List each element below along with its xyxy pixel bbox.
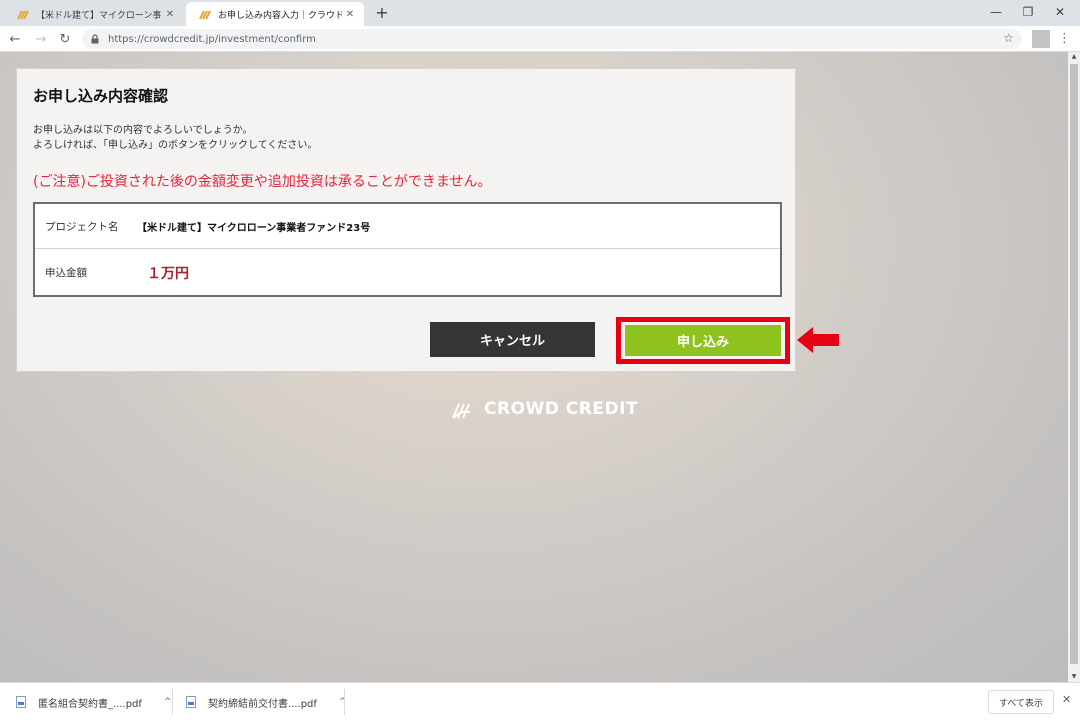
tab-close-icon[interactable]: ✕: [162, 9, 178, 20]
vertical-scrollbar[interactable]: ▲ ▼: [1068, 52, 1080, 682]
url-text: https://crowdcredit.jp/investment/confir…: [108, 33, 316, 45]
minimize-icon[interactable]: —: [978, 0, 1014, 24]
red-arrow-icon: [797, 327, 839, 353]
download-bar-close-icon[interactable]: ✕: [1062, 693, 1071, 706]
address-bar[interactable]: https://crowdcredit.jp/investment/confir…: [82, 29, 1022, 49]
description-line-2: よろしければ、「申し込み」のボタンをクリックしてください。: [33, 140, 318, 151]
description: お申し込みは以下の内容でよろしいでしょうか。 よろしければ、「申し込み」のボタン…: [33, 123, 317, 153]
browser-menu-icon[interactable]: ⋮: [1058, 30, 1071, 48]
table-row: 申込金額 １万円: [35, 250, 780, 295]
order-summary-table: プロジェクト名 【米ドル建て】マイクロローン事業者ファンド23号 申込金額 １万…: [33, 202, 782, 297]
download-file-name: 契約締結前交付書....pdf: [208, 698, 317, 710]
browser-toolbar: ← → ↻ https://crowdcredit.jp/investment/…: [0, 26, 1080, 52]
download-item[interactable]: 契約締結前交付書....pdf ^: [186, 683, 346, 720]
crowd-credit-logo: CROWD CREDIT: [450, 398, 638, 420]
download-divider: [172, 689, 173, 715]
page-title: お申し込み内容確認: [33, 87, 169, 105]
description-line-1: お申し込みは以下の内容でよろしいでしょうか。: [33, 125, 253, 136]
crowdcredit-favicon-icon: [199, 10, 211, 20]
amount-label: 申込金額: [45, 267, 87, 279]
tab-confirm-page[interactable]: お申し込み内容入力｜クラウドクレジ ✕: [186, 2, 364, 26]
logo-text: CROWD CREDIT: [484, 399, 639, 419]
pdf-file-icon: [186, 696, 196, 708]
warning-notice: (ご注意)ご投資された後の金額変更や追加投資は承ることができません。: [33, 174, 492, 190]
tab-strip: 【米ドル建て】マイクローン事業者フ ✕ お申し込み内容入力｜クラウドクレジ ✕ …: [0, 0, 1080, 26]
tab-close-icon[interactable]: ✕: [342, 9, 358, 20]
confirm-card: お申し込み内容確認 お申し込みは以下の内容でよろしいでしょうか。 よろしければ、…: [16, 68, 796, 372]
crowd-credit-mark-icon: [452, 403, 471, 419]
lock-icon: [91, 34, 99, 44]
tab-title: お申し込み内容入力｜クラウドクレジ: [218, 10, 342, 21]
download-options-chevron-icon[interactable]: ^: [339, 697, 347, 707]
scroll-up-icon[interactable]: ▲: [1068, 52, 1080, 62]
table-row: プロジェクト名 【米ドル建て】マイクロローン事業者ファンド23号: [35, 204, 780, 249]
new-tab-button[interactable]: +: [372, 3, 392, 22]
tab-title: 【米ドル建て】マイクローン事業者フ: [36, 10, 162, 21]
bookmark-star-icon[interactable]: ☆: [1003, 31, 1014, 45]
show-all-downloads-button[interactable]: すべて表示: [988, 690, 1054, 714]
pdf-file-icon: [16, 696, 26, 708]
back-icon[interactable]: ←: [4, 26, 26, 52]
cancel-button[interactable]: キャンセル: [430, 322, 595, 357]
profile-avatar[interactable]: [1032, 30, 1050, 48]
apply-button[interactable]: 申し込み: [625, 325, 781, 356]
download-bar: 匿名組合契約書_....pdf ^ 契約締結前交付書....pdf ^ すべて表…: [0, 682, 1080, 720]
apply-button-highlight: 申し込み: [616, 317, 790, 364]
restore-icon[interactable]: ❐: [1010, 0, 1046, 24]
forward-icon[interactable]: →: [30, 26, 52, 52]
page-viewport: お申し込み内容確認 お申し込みは以下の内容でよろしいでしょうか。 よろしければ、…: [0, 52, 1068, 682]
crowdcredit-favicon-icon: [17, 10, 29, 20]
download-file-name: 匿名組合契約書_....pdf: [38, 698, 142, 710]
project-name-value: 【米ドル建て】マイクロローン事業者ファンド23号: [137, 222, 371, 234]
project-name-label: プロジェクト名: [45, 220, 119, 233]
amount-value: １万円: [147, 265, 189, 282]
download-options-chevron-icon[interactable]: ^: [164, 697, 172, 707]
reload-icon[interactable]: ↻: [54, 26, 76, 52]
tab-fund-page[interactable]: 【米ドル建て】マイクローン事業者フ ✕: [4, 2, 184, 26]
download-item[interactable]: 匿名組合契約書_....pdf ^: [16, 683, 171, 720]
download-divider: [344, 689, 345, 715]
scrollbar-thumb[interactable]: [1070, 64, 1078, 664]
scroll-down-icon[interactable]: ▼: [1068, 672, 1080, 682]
window-close-icon[interactable]: ✕: [1042, 0, 1078, 24]
